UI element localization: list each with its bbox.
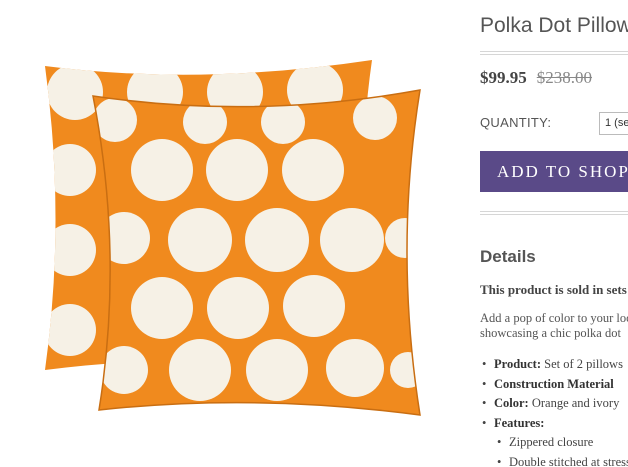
pillow-front xyxy=(92,89,421,416)
spec-item: Color: Orange and ivory xyxy=(480,394,628,414)
description-line: showcasing a chic polka dot xyxy=(480,326,621,340)
feature-item: Double stitched at stress xyxy=(480,453,628,467)
spec-item: Features: xyxy=(480,414,628,434)
add-to-bag-button[interactable]: ADD TO SHOPPING BAG xyxy=(480,151,628,192)
quantity-select[interactable]: 1 (select) xyxy=(599,112,628,135)
spec-label: Color: xyxy=(494,396,529,410)
sale-price: $99.95 xyxy=(480,68,527,87)
spec-item: Construction Material xyxy=(480,375,628,395)
product-image xyxy=(45,60,421,416)
spec-label: Features: xyxy=(494,415,545,430)
spec-list: Product: Set of 2 pillows Construction M… xyxy=(480,355,628,467)
spec-item: Product: Set of 2 pillows xyxy=(480,355,628,375)
quantity-label: QUANTITY: xyxy=(480,115,552,130)
divider xyxy=(480,51,628,55)
sold-note: This product is sold in sets xyxy=(480,282,627,297)
description-line: Add a pop of color to your look xyxy=(480,311,628,325)
price-block: $99.95 $238.00 xyxy=(480,68,592,88)
product-info-panel: Polka Dot Pillow $99.95 $238.00 QUANTITY:… xyxy=(480,0,628,467)
spec-label: Product: xyxy=(494,357,541,371)
spec-value: Set of 2 pillows xyxy=(544,357,623,371)
spec-value: Orange and ivory xyxy=(531,396,620,410)
spec-label: Construction Material xyxy=(494,376,614,391)
divider xyxy=(480,211,628,215)
product-title: Polka Dot Pillow xyxy=(480,14,628,37)
product-description: Add a pop of color to your look showcasi… xyxy=(480,311,628,341)
original-price: $238.00 xyxy=(536,68,592,87)
feature-item: Zippered closure xyxy=(480,433,628,453)
details-heading: Details xyxy=(480,247,536,266)
